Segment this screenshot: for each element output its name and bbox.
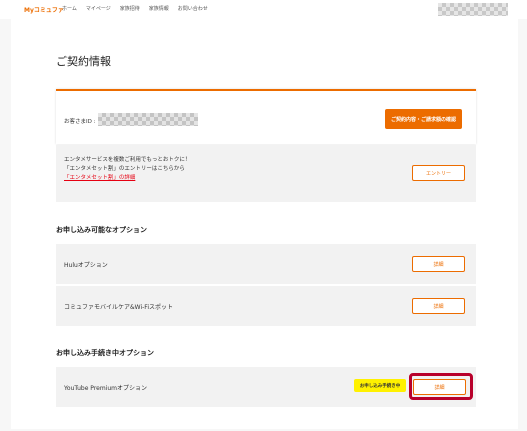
entry-button[interactable]: エントリー	[412, 165, 465, 181]
masked-customer-id	[98, 113, 198, 126]
status-badge: お申し込み手続き中	[354, 379, 406, 392]
nav-mypage[interactable]: マイページ	[86, 5, 111, 12]
mobile-care-details-button[interactable]: 詳細	[412, 298, 465, 314]
option-label: コミュファモバイルケア&Wi-Fiスポット	[64, 304, 173, 311]
pending-options-heading: お申し込み手続き中オプション	[56, 349, 154, 357]
masked-account-info	[438, 3, 508, 16]
entame-details-link[interactable]: 「エンタメセット割」の詳細	[64, 174, 190, 183]
option-label: YouTube Premiumオプション	[64, 385, 148, 392]
main-nav: ホーム マイページ 家族招待 家族情報 お問い合わせ	[62, 5, 208, 12]
available-options-heading: お申し込み可能なオプション	[56, 226, 147, 234]
option-row-youtube-premium: YouTube Premiumオプション お申し込み手続き中 詳細	[56, 367, 476, 407]
nav-home[interactable]: ホーム	[62, 5, 77, 12]
option-label: Huluオプション	[64, 262, 108, 269]
entame-line-1: エンタメサービスを複数ご利用でもっとおトクに！	[64, 157, 191, 163]
entame-set-card: エンタメサービスを複数ご利用でもっとおトクに！ 「エンタメセット割」のエントリー…	[56, 145, 476, 202]
nav-family-info[interactable]: 家族情報	[149, 5, 169, 12]
option-row-mobile-care: コミュファモバイルケア&Wi-Fiスポット 詳細	[56, 286, 476, 326]
entame-line-2: 「エンタメセット割」のエントリーはこちらから	[64, 166, 185, 172]
customer-id-label: お客さまID :	[64, 119, 96, 125]
entame-description: エンタメサービスを複数ご利用でもっとおトクに！ 「エンタメセット割」のエントリー…	[64, 156, 190, 183]
nav-family-invite[interactable]: 家族招待	[120, 5, 140, 12]
contract-card: お客さまID : ご契約内容・ご請求額の確認	[56, 89, 476, 144]
option-row-hulu: Huluオプション 詳細	[56, 244, 476, 284]
my-commufa-logo[interactable]: Myコミュファ	[24, 5, 64, 14]
hulu-details-button[interactable]: 詳細	[412, 256, 465, 272]
page-title: ご契約情報	[56, 55, 111, 68]
nav-contact[interactable]: お問い合わせ	[178, 5, 208, 12]
youtube-premium-details-button[interactable]: 詳細	[413, 379, 466, 395]
contract-details-button[interactable]: ご契約内容・ご請求額の確認	[385, 109, 462, 129]
top-navigation-bar: Myコミュファ ホーム マイページ 家族招待 家族情報 お問い合わせ	[0, 0, 527, 19]
